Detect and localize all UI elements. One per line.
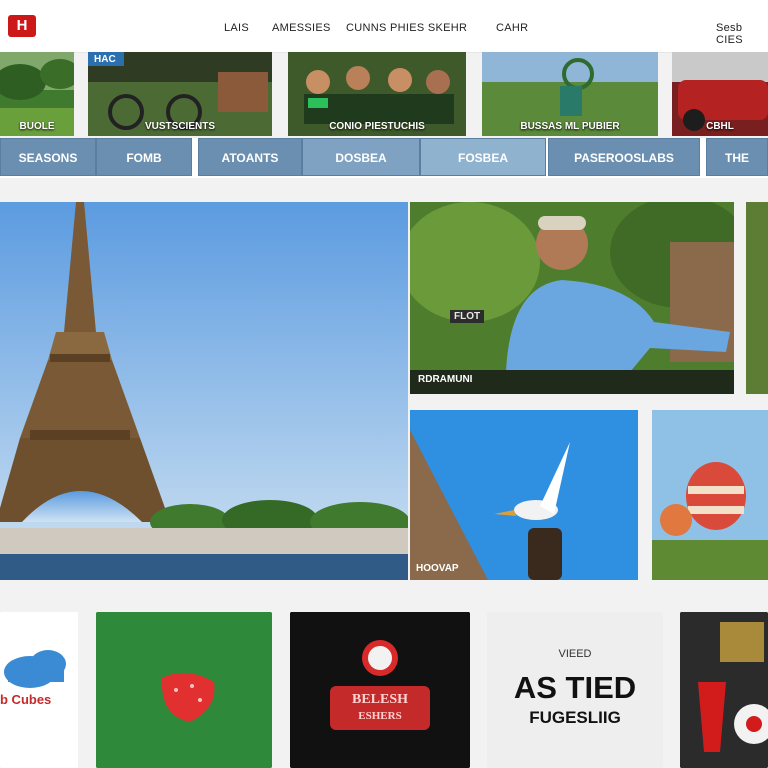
category-bar: SEASONS FOMB ATOANTS DOSBEA FOSBEA PASER… bbox=[0, 138, 768, 178]
nav-link-1[interactable]: LAIS bbox=[224, 22, 249, 34]
brand-badge-icon bbox=[290, 612, 470, 768]
tile-text-promo[interactable]: VIEED AS TIED FUGESLIIG bbox=[487, 612, 663, 768]
eiffel-tower-illustration bbox=[0, 202, 408, 580]
person-badge: FLOT bbox=[450, 310, 485, 323]
site-logo[interactable]: H bbox=[8, 15, 36, 37]
tile-strawberry[interactable] bbox=[96, 612, 272, 768]
strip-thumbnail-4[interactable]: BUSSAS ML PUBIER bbox=[482, 52, 658, 136]
category-tab-4[interactable]: DOSBEA bbox=[302, 138, 420, 176]
seagull-image bbox=[410, 410, 638, 580]
bird-caption: HOOVAP bbox=[416, 563, 459, 574]
category-tab-6[interactable]: PASEROOSLABS bbox=[548, 138, 700, 176]
category-tab-5[interactable]: FOSBEA bbox=[420, 138, 546, 176]
strip-thumbnail-5[interactable]: CBHL bbox=[672, 52, 768, 136]
strip-thumbnail-1[interactable]: BUOLE bbox=[0, 52, 74, 136]
cloud-icon bbox=[4, 650, 66, 688]
category-tab-1[interactable]: SEASONS bbox=[0, 138, 96, 176]
strip-caption-3: CONIO PIESTUCHIS bbox=[329, 121, 425, 132]
nav-link-5[interactable]: Sesb CIES bbox=[716, 22, 768, 46]
tile-cubes[interactable]: b Cubes bbox=[0, 612, 78, 768]
lantern-icon bbox=[680, 612, 768, 768]
strip-caption-2: VUSTSCIENTS bbox=[144, 121, 215, 132]
balloons-image bbox=[652, 410, 768, 580]
strawberry-icon bbox=[96, 612, 272, 768]
brand-title: BELESH bbox=[351, 692, 409, 707]
strip-thumbnail-2[interactable]: HAC VUSTSCIENTS bbox=[88, 52, 272, 136]
hero-eiffel-tower-image[interactable] bbox=[0, 202, 408, 580]
strip-caption-1: BUOLE bbox=[19, 121, 55, 132]
brand-subtitle: ESHERS bbox=[358, 710, 402, 722]
person-caption: RDRAMUNI bbox=[418, 374, 473, 385]
category-tab-7[interactable]: THE bbox=[706, 138, 768, 176]
tile-brand[interactable]: BELESH ESHERS bbox=[290, 612, 470, 768]
category-tab-3[interactable]: ATOANTS bbox=[198, 138, 302, 176]
promo-headline: AS TIED bbox=[513, 670, 637, 705]
featured-person-card[interactable]: FLOT RDRAMUNI bbox=[410, 202, 734, 394]
strip-thumbnail-3[interactable]: CONIO PIESTUCHIS bbox=[288, 52, 466, 136]
featured-bird-card[interactable]: HOOVAP bbox=[410, 410, 638, 580]
strip-caption-4: BUSSAS ML PUBIER bbox=[520, 121, 620, 132]
smiling-man-image bbox=[410, 202, 734, 394]
tile-cubes-label: b Cubes bbox=[0, 692, 52, 707]
strip-caption-5: CBHL bbox=[706, 121, 734, 132]
nav-link-3[interactable]: CUNNS PHIES SKEHR bbox=[346, 22, 467, 34]
category-tab-2[interactable]: FOMB bbox=[96, 138, 192, 176]
nav-link-4[interactable]: CAHR bbox=[496, 22, 528, 34]
top-navigation-bar: H LAIS AMESSIES CUNNS PHIES SKEHR CAHR S… bbox=[0, 0, 768, 53]
featured-balloon-card[interactable] bbox=[652, 410, 768, 580]
promo-small-caption: VIEED bbox=[558, 648, 592, 660]
promo-subheadline: FUGESLIIG bbox=[529, 708, 621, 727]
side-image-sliver[interactable] bbox=[746, 202, 768, 394]
nav-link-2[interactable]: AMESSIES bbox=[272, 22, 331, 34]
strip-badge: HAC bbox=[94, 54, 116, 65]
tile-lantern[interactable] bbox=[680, 612, 768, 768]
